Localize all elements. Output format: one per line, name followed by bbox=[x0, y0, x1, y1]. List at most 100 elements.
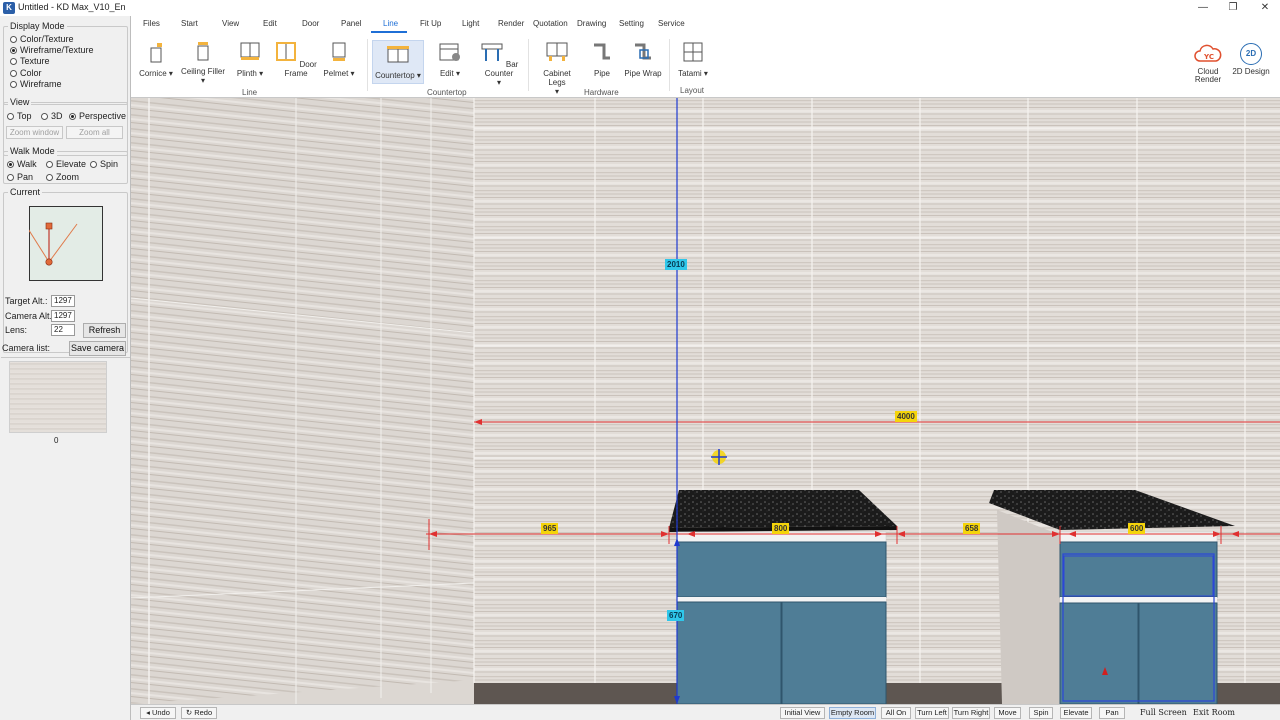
move-button[interactable]: Move bbox=[994, 707, 1021, 719]
walk-mode-walk[interactable]: Walk bbox=[7, 159, 37, 169]
tab-view[interactable]: View bbox=[222, 19, 239, 28]
turn-left-button[interactable]: Turn Left bbox=[915, 707, 949, 719]
all-on-button[interactable]: All On bbox=[881, 707, 911, 719]
2d-design-label: 2D Design bbox=[1232, 67, 1270, 76]
spin-button[interactable]: Spin bbox=[1029, 707, 1053, 719]
refresh-button[interactable]: Refresh bbox=[83, 323, 126, 338]
tab-setting[interactable]: Setting bbox=[619, 19, 644, 28]
tab-edit[interactable]: Edit bbox=[263, 19, 277, 28]
radio-icon[interactable] bbox=[10, 80, 17, 88]
camera-alt-input[interactable]: 1297 bbox=[51, 310, 75, 322]
display-mode-wireframe[interactable]: Wireframe bbox=[10, 79, 62, 89]
zoom-all-button[interactable]: Zoom all bbox=[66, 126, 123, 139]
tab-quotation[interactable]: Quotation bbox=[533, 19, 568, 28]
bar-counter-button[interactable]: Bar Counter ▾ bbox=[477, 41, 521, 87]
radio-icon[interactable] bbox=[46, 173, 53, 181]
tab-fit-up[interactable]: Fit Up bbox=[420, 19, 441, 28]
display-mode-color-texture[interactable]: Color/Texture bbox=[10, 34, 74, 44]
radio-selected-icon[interactable] bbox=[7, 160, 14, 168]
view-3d[interactable]: 3D bbox=[41, 111, 63, 121]
radio-icon[interactable] bbox=[10, 69, 17, 77]
pelmet-button[interactable]: Pelmet ▾ bbox=[321, 41, 357, 78]
dimension-label-2010[interactable]: 2010 bbox=[665, 259, 687, 270]
radio-icon[interactable] bbox=[10, 57, 17, 65]
display-mode-color[interactable]: Color bbox=[10, 68, 42, 78]
radio-icon[interactable] bbox=[46, 160, 53, 168]
group-layout-label: Layout bbox=[680, 86, 705, 95]
undo-button[interactable]: ◂ Undo bbox=[140, 707, 176, 719]
tab-panel[interactable]: Panel bbox=[341, 19, 361, 28]
view-top[interactable]: Top bbox=[7, 111, 32, 121]
dimension-label-658[interactable]: 658 bbox=[963, 523, 981, 534]
camera-thumbnail[interactable] bbox=[9, 361, 107, 433]
tab-files[interactable]: Files bbox=[143, 19, 160, 28]
radio-icon[interactable] bbox=[7, 173, 14, 181]
radio-icon[interactable] bbox=[41, 112, 48, 120]
tab-line[interactable]: Line bbox=[383, 19, 398, 28]
ceiling-filler-button[interactable]: Ceiling Filler ▾ bbox=[180, 41, 226, 85]
scene-canvas[interactable] bbox=[131, 98, 1280, 704]
tab-drawing[interactable]: Drawing bbox=[577, 19, 606, 28]
elevate-button[interactable]: Elevate bbox=[1060, 707, 1092, 719]
empty-room-button[interactable]: Empty Room bbox=[829, 707, 876, 719]
tab-door[interactable]: Door bbox=[302, 19, 319, 28]
camera-navigator[interactable] bbox=[29, 206, 104, 282]
pipe-wrap-button[interactable]: Pipe Wrap bbox=[624, 41, 662, 78]
radio-selected-icon[interactable] bbox=[69, 112, 76, 120]
walk-mode-elevate[interactable]: Elevate bbox=[46, 159, 86, 169]
option-label: Perspective bbox=[79, 111, 127, 121]
radio-icon[interactable] bbox=[7, 112, 14, 120]
cabinet-legs-button[interactable]: Cabinet Legs ▾ bbox=[534, 41, 580, 96]
pipe-label: Pipe bbox=[593, 69, 610, 78]
dimension-label-800[interactable]: 800 bbox=[772, 523, 790, 534]
dimension-label-600[interactable]: 600 bbox=[1128, 523, 1146, 534]
lens-input[interactable]: 22 bbox=[51, 324, 75, 336]
option-label: Top bbox=[17, 111, 32, 121]
drawer-2 bbox=[1059, 541, 1218, 598]
dimension-label-965[interactable]: 965 bbox=[541, 523, 559, 534]
turn-right-button[interactable]: Turn Right bbox=[952, 707, 990, 719]
tab-start[interactable]: Start bbox=[181, 19, 198, 28]
view-perspective[interactable]: Perspective bbox=[69, 111, 126, 121]
walk-mode-zoom[interactable]: Zoom bbox=[46, 172, 79, 182]
door-frame-button[interactable]: Door Frame bbox=[274, 41, 318, 78]
walk-mode-spin[interactable]: Spin bbox=[90, 159, 118, 169]
maximize-icon[interactable]: ❐ bbox=[1218, 0, 1248, 16]
exit-room-button[interactable]: Exit Room bbox=[1193, 708, 1235, 717]
display-mode-texture[interactable]: Texture bbox=[10, 56, 50, 66]
target-alt-label: Target Alt.: bbox=[5, 296, 48, 306]
minimize-icon[interactable]: — bbox=[1188, 0, 1218, 16]
ceiling-filler-label: Ceiling Filler bbox=[180, 67, 225, 76]
cornice-icon bbox=[150, 43, 162, 63]
zoom-window-button[interactable]: Zoom window bbox=[6, 126, 63, 139]
2d-design-button[interactable]: 2D 2D Design bbox=[1231, 43, 1271, 76]
cornice-button[interactable]: Cornice ▾ bbox=[137, 41, 175, 78]
display-mode-wireframe-texture[interactable]: Wireframe/Texture bbox=[10, 45, 94, 55]
redo-button[interactable]: ↻ Redo bbox=[181, 707, 217, 719]
close-icon[interactable]: ✕ bbox=[1250, 0, 1280, 16]
pipe-button[interactable]: Pipe bbox=[588, 41, 616, 78]
svg-text:YC: YC bbox=[1203, 53, 1214, 61]
option-label: Elevate bbox=[56, 159, 87, 169]
countertop-edit-button[interactable]: Edit ▾ bbox=[431, 41, 469, 78]
tab-service[interactable]: Service bbox=[658, 19, 685, 28]
target-alt-input[interactable]: 1297 bbox=[51, 295, 75, 307]
pan-button[interactable]: Pan bbox=[1099, 707, 1125, 719]
dimension-label-4000[interactable]: 4000 bbox=[895, 411, 917, 422]
tab-render[interactable]: Render bbox=[498, 19, 524, 28]
3d-viewport[interactable]: 2010 4000 965 800 658 600 670 bbox=[131, 98, 1280, 704]
tab-light[interactable]: Light bbox=[462, 19, 479, 28]
radio-icon[interactable] bbox=[90, 160, 97, 168]
full-screen-button[interactable]: Full Screen bbox=[1140, 708, 1187, 717]
dimension-label-670[interactable]: 670 bbox=[667, 610, 685, 621]
walk-mode-pan[interactable]: Pan bbox=[7, 172, 33, 182]
initial-view-button[interactable]: Initial View bbox=[780, 707, 825, 719]
cabinet-2-side bbox=[997, 510, 1060, 704]
countertop-button[interactable]: Countertop ▾ bbox=[372, 40, 424, 84]
radio-icon[interactable] bbox=[10, 35, 17, 43]
tatami-button[interactable]: Tatami ▾ bbox=[675, 41, 711, 78]
radio-selected-icon[interactable] bbox=[10, 46, 17, 54]
save-camera-button[interactable]: Save camera bbox=[69, 341, 126, 356]
plinth-button[interactable]: Plinth ▾ bbox=[233, 41, 267, 78]
cloud-render-button[interactable]: YC Cloud Render bbox=[1191, 43, 1225, 84]
